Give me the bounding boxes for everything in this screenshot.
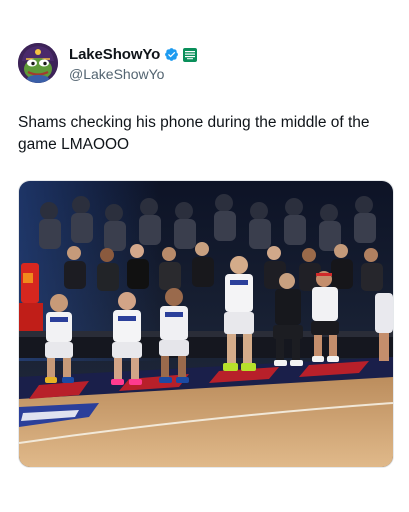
- tweet-header: LakeShowYo @LakeShowYo: [18, 40, 198, 86]
- display-name-row: LakeShowYo: [69, 45, 198, 65]
- affiliate-badge-icon[interactable]: [183, 47, 198, 62]
- tweet-media[interactable]: [18, 180, 394, 468]
- pepe-frog-avatar-icon: [18, 43, 58, 83]
- handle[interactable]: @LakeShowYo: [69, 66, 197, 82]
- author-names: LakeShowYo @LakeShowYo: [69, 45, 198, 82]
- display-name[interactable]: LakeShowYo: [69, 46, 160, 63]
- verified-check-icon: [164, 47, 179, 62]
- tweet-card: LakeShowYo @LakeShowYo Shams checking hi…: [0, 0, 409, 512]
- tweet-text: Shams checking his phone during the midd…: [18, 114, 370, 153]
- basketball-court-sideline-photo: [19, 181, 393, 467]
- avatar[interactable]: [18, 43, 58, 83]
